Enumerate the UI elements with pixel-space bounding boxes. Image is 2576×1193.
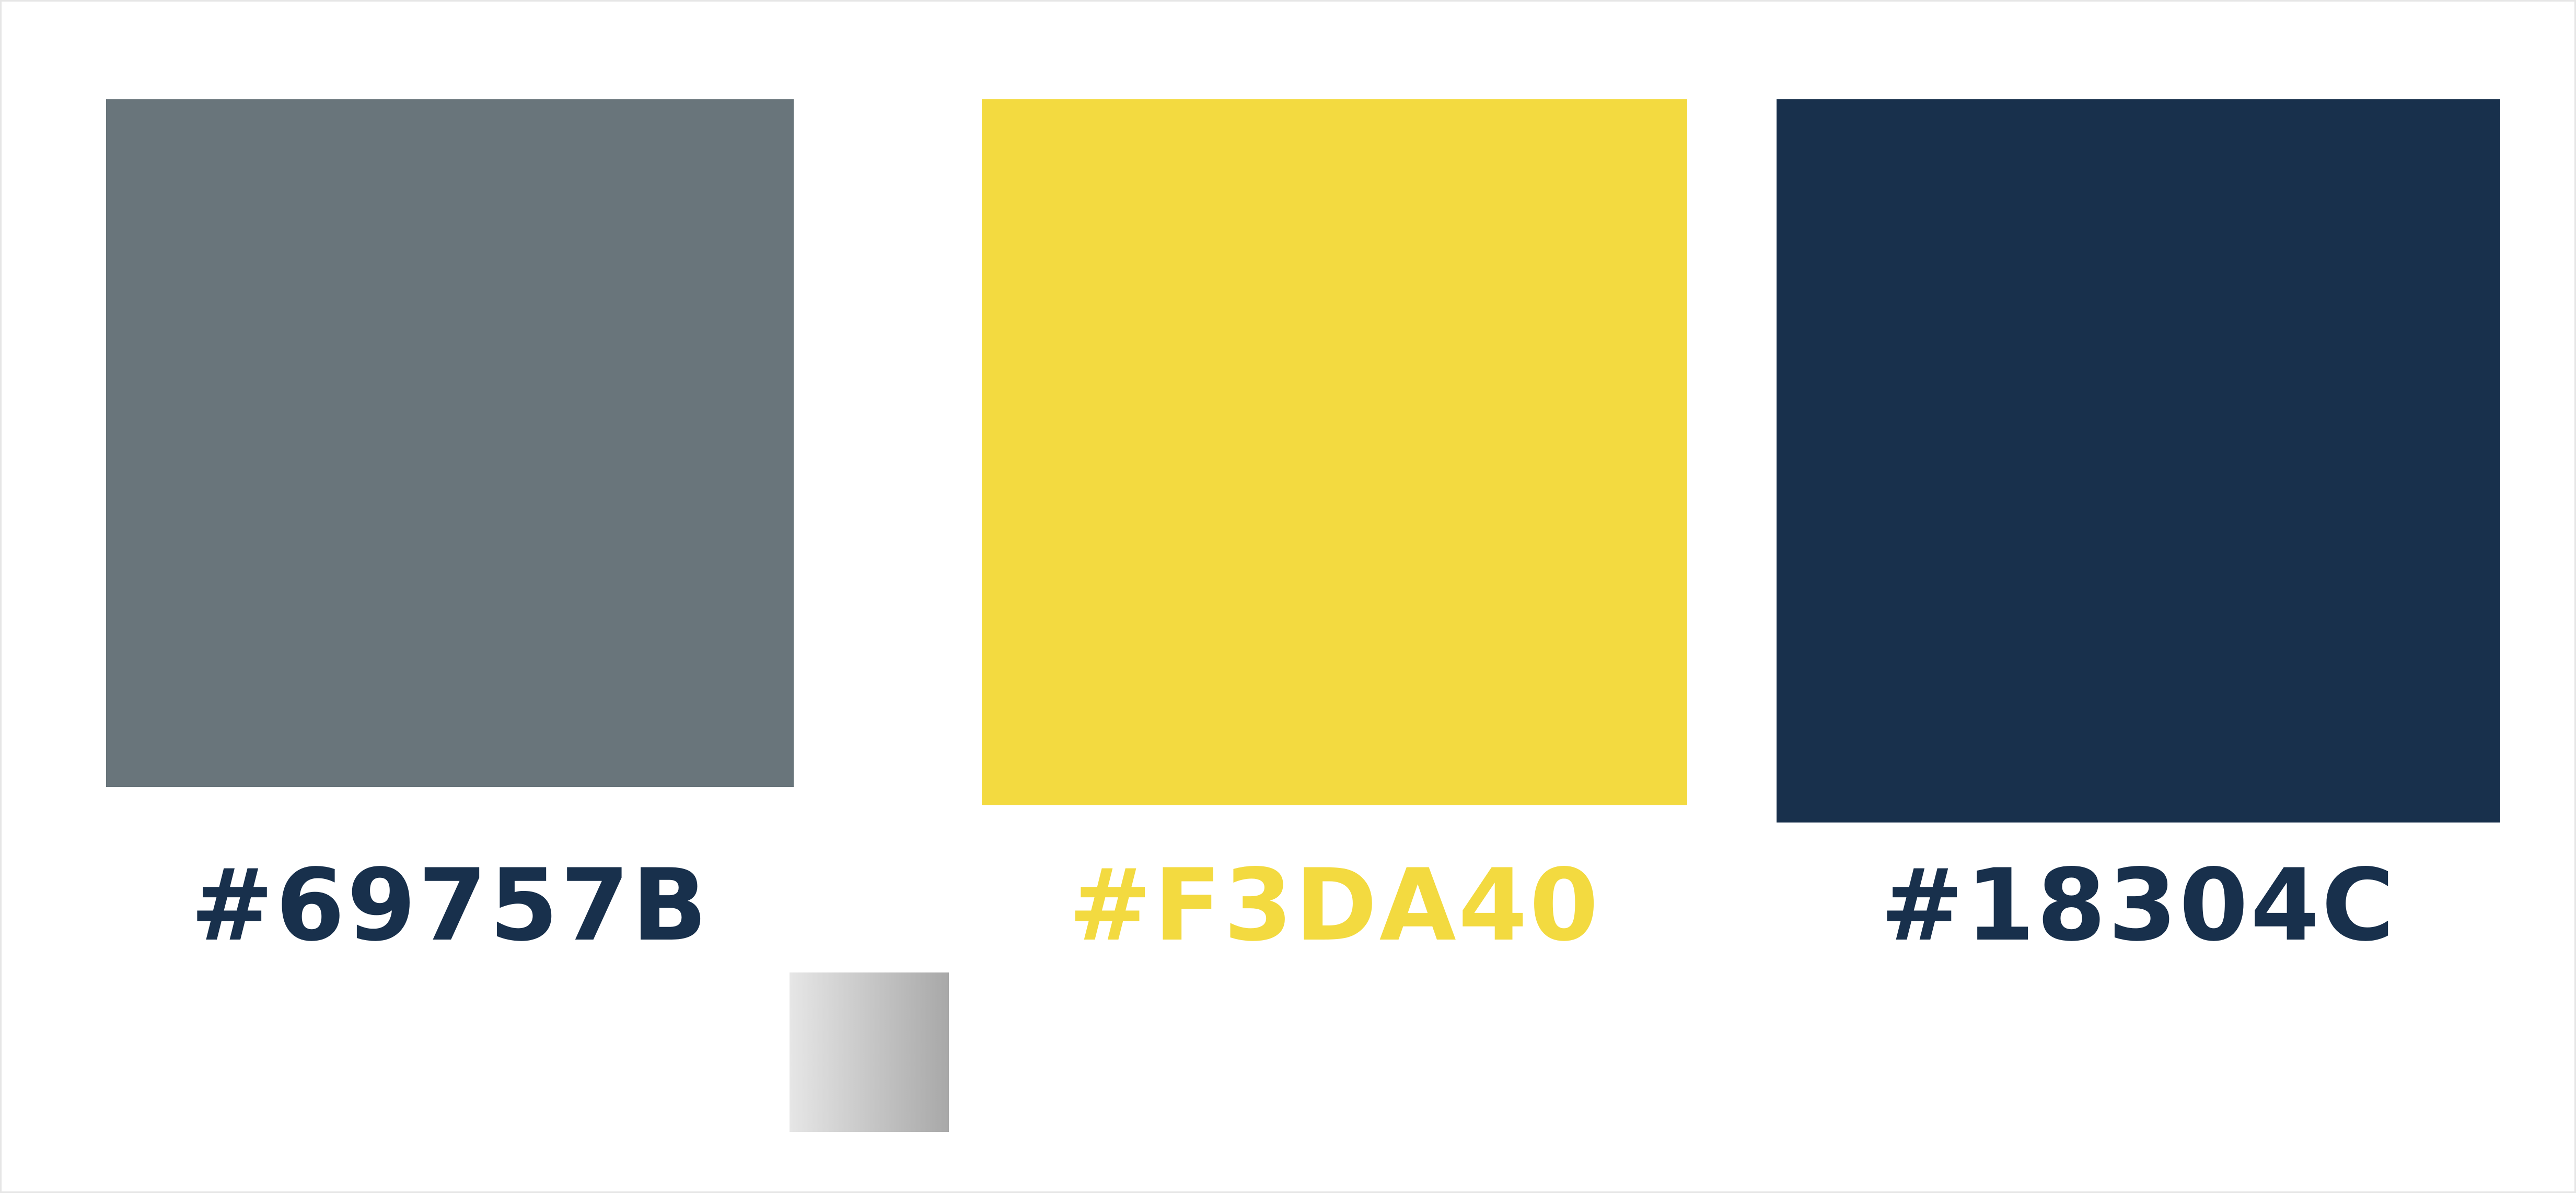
hex-label-gray: #69757B — [190, 848, 710, 963]
palette-frame: #69757B #F3DA40 #18304C — [0, 0, 2576, 1193]
hex-label-navy: #18304C — [1880, 848, 2397, 963]
gradient-chip — [790, 972, 949, 1132]
hex-label-yellow: #F3DA40 — [1068, 848, 1601, 963]
swatch-gray — [106, 99, 794, 787]
swatch-navy — [1777, 99, 2500, 823]
swatch-yellow — [982, 99, 1687, 805]
